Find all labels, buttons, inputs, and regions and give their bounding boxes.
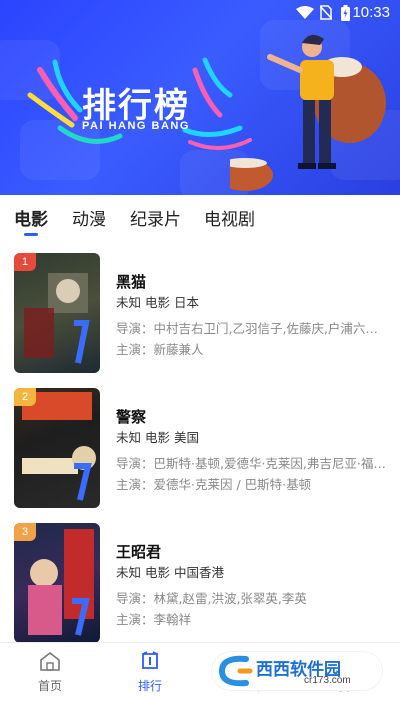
movie-title: 王昭君 (116, 543, 162, 561)
poster-image: 3 (14, 523, 100, 643)
rank-badge: 3 (14, 523, 36, 541)
list-item[interactable]: 3 王昭君 未知 电影 中国香港 导演：林黛,赵雷,洪波,张翠英,李英 主演：李… (0, 513, 400, 643)
poster-image: 1 (14, 253, 100, 373)
movie-meta: 未知 电影 日本 (116, 295, 199, 310)
watermark-url: cr173.com (304, 675, 351, 686)
list-item[interactable]: 2 警察 未知 电影 美国 导演：巴斯特·基顿,爱德华·克莱因,弗吉尼亚·福克斯… (0, 378, 400, 508)
poster-art (24, 273, 90, 364)
tab-anime[interactable]: 动漫 (72, 205, 106, 230)
list-item[interactable]: 1 黑猫 未知 电影 日本 导演：中村吉右卫门,乙羽信子,佐藤庆,户浦六宏,..… (0, 243, 400, 373)
poster-image: 2 (14, 388, 100, 508)
banner-subtitle: PAI HANG BANG (82, 120, 190, 132)
movie-director: 导演：巴斯特·基顿,爱德华·克莱因,弗吉尼亚·福克斯 (116, 456, 386, 471)
nav-home[interactable]: 首页 (10, 643, 90, 701)
nav-label: 排行 (137, 679, 162, 693)
movie-director: 导演：林黛,赵雷,洪波,张翠英,李英 (116, 591, 307, 606)
illustration-person (230, 34, 386, 191)
rank-badge: 1 (14, 253, 36, 271)
watermark-logo (218, 655, 253, 687)
watermark: 西西软件园 cr173.com (212, 652, 382, 690)
category-tabs: 电影 动漫 纪录片 电视剧 (0, 195, 400, 243)
nav-label: 首页 (37, 679, 62, 693)
movie-actor: 主演：新藤兼人 (116, 342, 204, 357)
poster-art (22, 392, 96, 501)
banner: 10:33 排行榜 PAI HANG BANG (0, 0, 400, 195)
movie-director: 导演：中村吉右卫门,乙羽信子,佐藤庆,户浦六宏,... (116, 321, 386, 336)
tab-tv-series[interactable]: 电视剧 (204, 205, 255, 230)
ranking-icon (142, 651, 158, 669)
movie-meta: 未知 电影 美国 (116, 430, 199, 445)
rank-badge: 2 (14, 388, 36, 406)
active-tab-indicator (24, 233, 38, 236)
movie-actor: 主演：李翰祥 (116, 612, 192, 627)
tab-movie[interactable]: 电影 (14, 205, 48, 230)
movie-title: 警察 (116, 408, 147, 426)
poster-art (28, 529, 94, 636)
movie-actor: 主演：爱德华·克莱因 / 巴斯特·基顿 (116, 477, 312, 492)
movie-title: 黑猫 (116, 273, 147, 291)
nav-ranking[interactable]: 排行 (110, 643, 190, 701)
home-icon (40, 651, 60, 671)
tab-documentary[interactable]: 纪录片 (130, 205, 181, 230)
movie-meta: 未知 电影 中国香港 (116, 565, 224, 580)
